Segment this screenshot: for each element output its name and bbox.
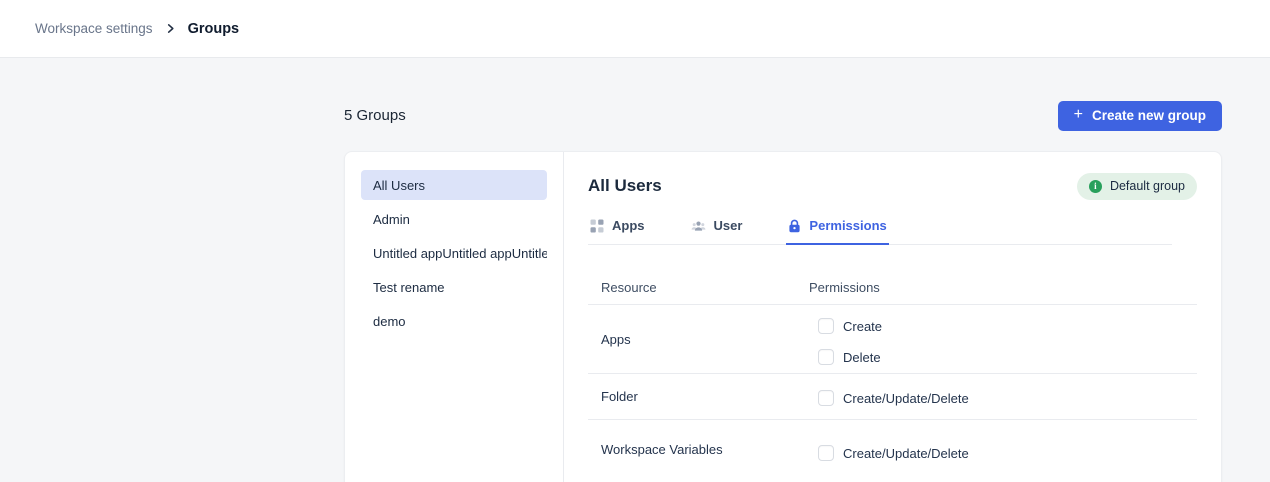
page-header: 5 Groups + Create new group	[344, 100, 1222, 131]
table-row-apps: Apps Create Delete	[588, 305, 1197, 374]
tab-apps[interactable]: Apps	[588, 216, 647, 245]
permissions-cell-folder: Create/Update/Delete	[809, 374, 1184, 419]
default-group-badge-label: Default group	[1110, 179, 1185, 193]
checkbox-apps-create[interactable]	[818, 318, 834, 334]
group-item-all-users[interactable]: All Users	[361, 170, 547, 200]
checkbox-label-apps-delete: Delete	[843, 350, 881, 365]
checkbox-label-folder-cud: Create/Update/Delete	[843, 391, 969, 406]
permission-folder-cud[interactable]: Create/Update/Delete	[809, 390, 1184, 406]
tab-permissions[interactable]: Permissions	[786, 216, 888, 245]
group-detail-header: All Users i Default group	[588, 172, 1197, 200]
resource-label-apps: Apps	[601, 332, 809, 347]
tab-apps-label: Apps	[612, 218, 645, 233]
tab-permissions-label: Permissions	[809, 218, 886, 233]
table-header-row: Resource Permissions	[588, 245, 1197, 305]
tab-user[interactable]: User	[689, 216, 745, 245]
top-bar: Workspace settings Groups	[0, 0, 1270, 58]
plus-icon: +	[1074, 107, 1083, 123]
permission-workspace-variables-cud[interactable]: Create/Update/Delete	[809, 445, 1184, 461]
group-detail-panel: All Users i Default group Apps	[564, 152, 1221, 482]
users-icon	[691, 219, 706, 233]
lock-icon	[788, 219, 801, 233]
breadcrumb: Workspace settings Groups	[35, 21, 239, 37]
chevron-right-icon	[165, 23, 176, 34]
permission-apps-create[interactable]: Create	[809, 318, 1184, 334]
group-list: All Users Admin Untitled appUntitled app…	[345, 152, 564, 482]
checkbox-label-workspace-variables-cud: Create/Update/Delete	[843, 446, 969, 461]
column-header-resource: Resource	[601, 280, 809, 295]
info-icon: i	[1089, 180, 1102, 193]
tab-bar: Apps User	[588, 216, 1172, 245]
main-content: 5 Groups + Create new group All Users Ad…	[0, 100, 1270, 482]
breadcrumb-current-groups: Groups	[188, 21, 240, 37]
groups-count-label: 5 Groups	[344, 107, 406, 124]
column-header-permissions: Permissions	[809, 280, 1184, 295]
resource-label-folder: Folder	[601, 389, 809, 404]
group-item-test-rename[interactable]: Test rename	[361, 272, 547, 302]
permissions-table: Resource Permissions Apps Create Delete	[588, 245, 1197, 479]
group-item-untitled-app[interactable]: Untitled appUntitled appUntitle…	[361, 238, 547, 268]
create-new-group-label: Create new group	[1092, 108, 1206, 123]
breadcrumb-workspace-settings[interactable]: Workspace settings	[35, 21, 153, 36]
checkbox-workspace-variables-cud[interactable]	[818, 445, 834, 461]
permissions-cell-workspace-variables: Create/Update/Delete	[809, 420, 1184, 479]
table-row-workspace-variables: Workspace Variables Create/Update/Delete	[588, 420, 1197, 479]
checkbox-folder-cud[interactable]	[818, 390, 834, 406]
groups-card: All Users Admin Untitled appUntitled app…	[344, 151, 1222, 482]
permission-apps-delete[interactable]: Delete	[809, 349, 1184, 365]
group-item-admin[interactable]: Admin	[361, 204, 547, 234]
checkbox-label-apps-create: Create	[843, 319, 882, 334]
group-item-demo[interactable]: demo	[361, 306, 547, 336]
resource-label-workspace-variables: Workspace Variables	[601, 442, 809, 457]
create-new-group-button[interactable]: + Create new group	[1058, 101, 1222, 131]
permissions-cell-apps: Create Delete	[809, 305, 1184, 373]
tab-user-label: User	[714, 218, 743, 233]
default-group-badge: i Default group	[1077, 173, 1197, 200]
apps-grid-icon	[590, 219, 604, 233]
checkbox-apps-delete[interactable]	[818, 349, 834, 365]
table-row-folder: Folder Create/Update/Delete	[588, 374, 1197, 420]
group-title: All Users	[588, 176, 662, 196]
